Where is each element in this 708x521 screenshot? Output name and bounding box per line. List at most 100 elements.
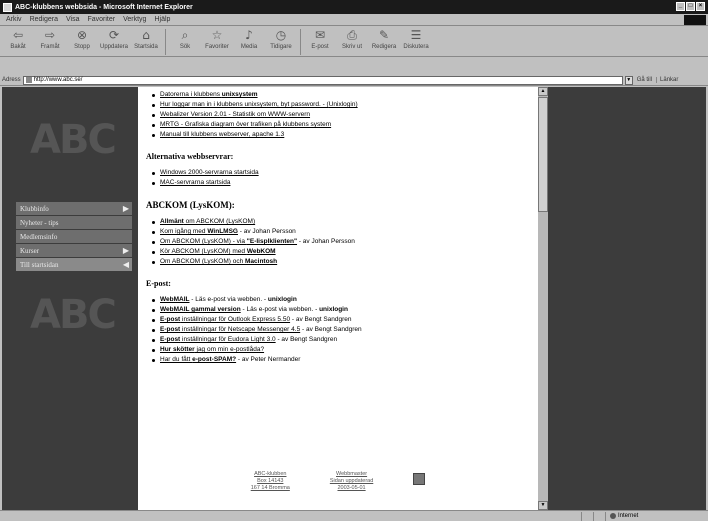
- mail-button[interactable]: ✉ E-post: [304, 27, 336, 51]
- nav-item-klubbinfo[interactable]: Klubbinfo ▶: [16, 202, 132, 215]
- forward-button[interactable]: ⇨ Framåt: [34, 27, 66, 51]
- page-icon: [25, 77, 32, 83]
- link-winlmsg[interactable]: Kom igång med WinLMSG: [160, 228, 238, 235]
- system-links-list: Datorerna i klubbens unixsystem Hur logg…: [152, 90, 530, 140]
- abckom-list: Allmänt om ABCKOM (LysKOM) Kom igång med…: [152, 217, 530, 267]
- link-eudora-settings[interactable]: E-post inställningar för Eudora Light 3.…: [160, 336, 276, 343]
- menu-bar: Arkiv Redigera Visa Favoriter Verktyg Hj…: [0, 14, 708, 26]
- media-icon: ♪: [245, 28, 253, 42]
- list-item: Har du fått e-post-SPAM? - av Peter Nerm…: [152, 355, 530, 365]
- search-button[interactable]: ⌕ Sök: [169, 27, 201, 51]
- standard-toolbar: ⇦ Bakåt ⇨ Framåt ⊗ Stopp ⟳ Uppdatera ⌂ Starts…: [0, 27, 708, 57]
- link-macintosh[interactable]: Om ABCKOM (LysKOM) och Macintosh: [160, 258, 277, 265]
- link-outlook-settings[interactable]: E-post inställningar för Outlook Express…: [160, 316, 290, 323]
- menu-view[interactable]: Visa: [62, 16, 84, 23]
- toolbar-separator: [165, 29, 166, 55]
- status-cell: [594, 511, 606, 521]
- back-button[interactable]: ⇦ Bakåt: [2, 27, 34, 51]
- list-item: Manual till klubbens webserver, apache 1…: [152, 130, 530, 140]
- stop-icon: ⊗: [76, 28, 88, 42]
- globe-icon: [610, 513, 616, 519]
- refresh-button[interactable]: ⟳ Uppdatera: [98, 27, 130, 51]
- scroll-down-arrow-icon[interactable]: ▼: [538, 501, 548, 510]
- ie-app-icon: [3, 2, 12, 12]
- minimize-button[interactable]: _: [676, 2, 685, 11]
- list-item: MAC-servrarna startsida: [152, 178, 530, 188]
- link-apache-manual[interactable]: Manual till klubbens webserver, apache 1…: [160, 131, 284, 138]
- footer-webmaster[interactable]: Webbmaster Sidan uppdaterad 2003-05-01: [330, 471, 373, 492]
- forward-arrow-icon: ⇨: [44, 28, 56, 42]
- list-item: Kör ABCKOM (LysKOM) med WebKOM: [152, 247, 530, 257]
- link-webkom[interactable]: Kör ABCKOM (LysKOM) med WebKOM: [160, 248, 276, 255]
- list-item: Kom igång med WinLMSG - av Johan Persson: [152, 227, 530, 237]
- print-button[interactable]: ⎙ Skriv ut: [336, 27, 368, 51]
- link-windows-2000[interactable]: Windows 2000-servrarna startsida: [160, 169, 259, 176]
- link-webmail-old[interactable]: WebMAIL gammal version: [160, 306, 241, 313]
- link-webalizer[interactable]: Webalizer Version 2.01 - Statistik om WW…: [160, 111, 310, 118]
- link-mac-servers[interactable]: MAC-servrarna startsida: [160, 179, 230, 186]
- list-item: Om ABCKOM (LysKOM) - via "E-lisplkliente…: [152, 237, 530, 247]
- discuss-icon: ☰: [410, 28, 422, 42]
- main-content: Datorerna i klubbens unixsystem Hur logg…: [138, 87, 538, 510]
- edit-button[interactable]: ✎ Redigera: [368, 27, 400, 51]
- abc-logo-bottom: ABC: [30, 292, 117, 338]
- list-item: Hur skötter jag om min e-postlåda?: [152, 345, 530, 355]
- media-button[interactable]: ♪ Media: [233, 27, 265, 51]
- nav-item-till-startsidan[interactable]: Till startsidan ◀: [16, 258, 132, 271]
- scroll-up-arrow-icon[interactable]: ▲: [538, 87, 548, 96]
- favorites-button[interactable]: ☆ Favoriter: [201, 27, 233, 51]
- status-cell: [582, 511, 594, 521]
- nav-item-kurser[interactable]: Kurser ▶: [16, 244, 132, 257]
- search-icon: ⌕: [181, 28, 189, 42]
- link-allmant[interactable]: Allmänt om ABCKOM (LysKOM): [160, 218, 255, 225]
- link-spam[interactable]: Har du fått e-post-SPAM?: [160, 356, 236, 363]
- menu-favorites[interactable]: Favoriter: [83, 16, 119, 23]
- address-dropdown-button[interactable]: ▼: [624, 75, 633, 85]
- window-title-bar: ABC-klubbens webbsida - Microsoft Intern…: [0, 0, 708, 14]
- link-elisp-klient[interactable]: Om ABCKOM (LysKOM) - via "E-lisplkliente…: [160, 238, 297, 245]
- list-item: MRTG - Grafiska diagram över trafiken på…: [152, 120, 530, 130]
- arrow-right-icon: ▶: [122, 204, 129, 213]
- link-unixlogin[interactable]: Hur loggar man in i klubbens unixsystem,…: [160, 101, 358, 108]
- link-netscape-settings[interactable]: E-post inställningar för Netscape Messen…: [160, 326, 300, 333]
- home-button[interactable]: ⌂ Startsida: [130, 27, 162, 51]
- link-mailbox-care[interactable]: Hur skötter jag om min e-postlåda?: [160, 346, 264, 353]
- address-input[interactable]: http://www.abc.se/: [22, 75, 623, 85]
- stop-button[interactable]: ⊗ Stopp: [66, 27, 98, 51]
- menu-help[interactable]: Hjälp: [150, 16, 174, 23]
- list-item: Datorerna i klubbens unixsystem: [152, 90, 530, 100]
- print-icon: ⎙: [347, 28, 357, 42]
- history-button[interactable]: ◷ Tidigare: [265, 27, 297, 51]
- nav-item-medlemsinfo[interactable]: Medlemsinfo: [16, 230, 132, 243]
- address-bar: Adress http://www.abc.se/ ▼ Gå till Länk…: [0, 75, 708, 86]
- links-button[interactable]: Länkar: [656, 77, 678, 83]
- list-item: E-post inställningar för Netscape Messen…: [152, 325, 530, 335]
- close-button[interactable]: ×: [696, 2, 705, 11]
- address-label: Adress: [2, 77, 21, 83]
- footer-address[interactable]: ABC-klubben Box 14143 167 14 Bromma: [251, 471, 290, 492]
- home-icon: ⌂: [142, 28, 150, 42]
- history-icon: ◷: [275, 28, 287, 42]
- menu-file[interactable]: Arkiv: [2, 16, 26, 23]
- menu-tools[interactable]: Verktyg: [119, 16, 150, 23]
- menu-edit[interactable]: Redigera: [26, 16, 62, 23]
- ie-throbber-icon: [684, 15, 706, 25]
- vertical-scrollbar[interactable]: ▲ ▼: [538, 87, 548, 510]
- refresh-icon: ⟳: [108, 28, 120, 42]
- page-footer: ABC-klubben Box 14143 167 14 Bromma Webb…: [138, 467, 538, 492]
- left-navigation: Klubbinfo ▶ Nyheter - tips Medlemsinfo Ku…: [16, 202, 132, 272]
- link-mrtg[interactable]: MRTG - Grafiska diagram över trafiken på…: [160, 121, 331, 128]
- scrollbar-thumb[interactable]: [538, 97, 548, 212]
- footer-mail-icon[interactable]: [413, 473, 426, 485]
- maximize-button[interactable]: □: [686, 2, 695, 11]
- list-item: Windows 2000-servrarna startsida: [152, 168, 530, 178]
- list-item: Hur loggar man in i klubbens unixsystem,…: [152, 100, 530, 110]
- nav-item-nyheter[interactable]: Nyheter - tips: [16, 216, 132, 229]
- back-arrow-icon: ⇦: [12, 28, 24, 42]
- section-heading-alt-servers: Alternativa webbservrar:: [146, 152, 234, 161]
- discuss-button[interactable]: ☰ Diskutera: [400, 27, 432, 51]
- go-button[interactable]: Gå till: [637, 77, 652, 83]
- link-webmail[interactable]: WebMAIL: [160, 296, 190, 303]
- window-controls: _ □ ×: [676, 2, 705, 11]
- link-unixsystem[interactable]: Datorerna i klubbens unixsystem: [160, 91, 258, 98]
